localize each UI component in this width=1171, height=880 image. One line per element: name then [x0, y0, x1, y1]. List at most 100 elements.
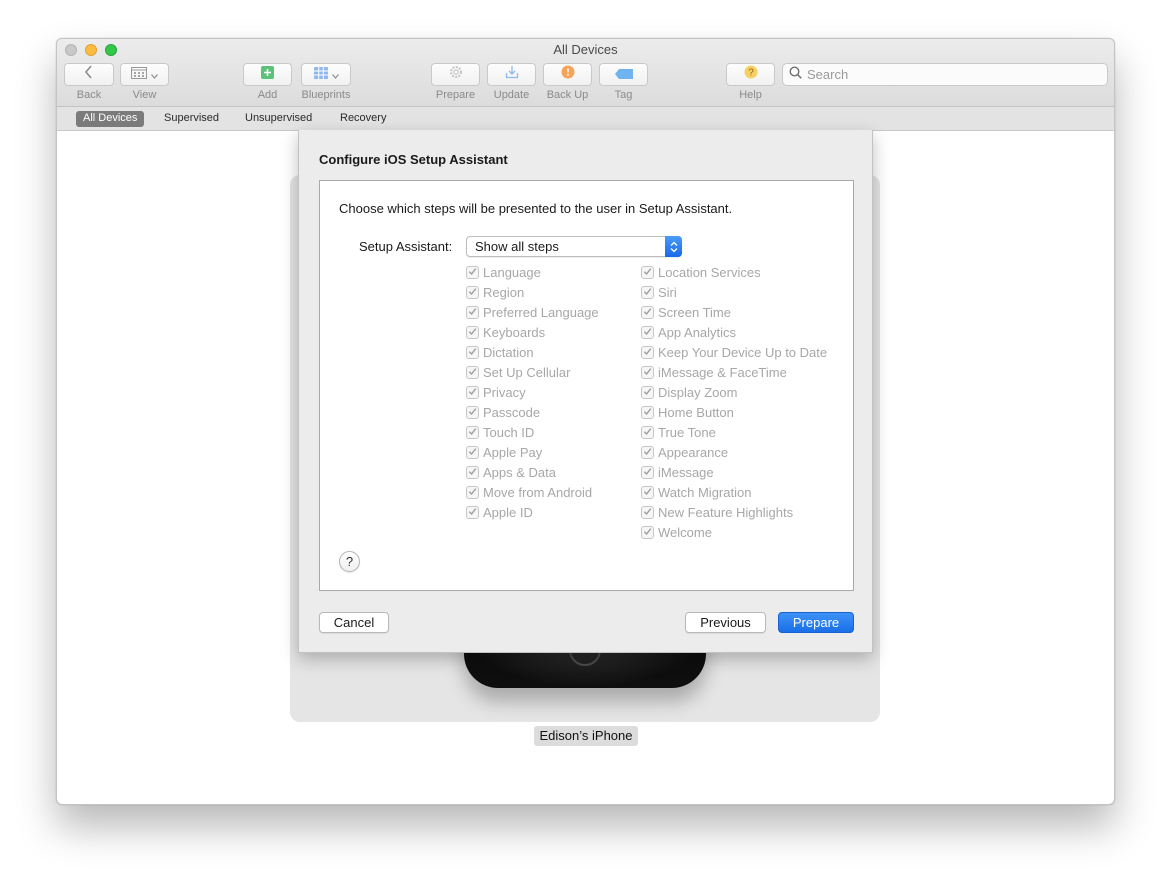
step-label: True Tone	[658, 424, 716, 440]
step-label: iMessage & FaceTime	[658, 364, 787, 380]
checkbox[interactable]	[641, 445, 654, 459]
checkbox[interactable]	[641, 483, 654, 501]
toolbar: All Devices Back View Add Blueprints Pre…	[57, 39, 1114, 107]
checkbox[interactable]	[466, 503, 479, 521]
tag-button[interactable]	[599, 63, 648, 86]
view-button[interactable]	[120, 63, 169, 86]
step-checkbox-row[interactable]: Dictation	[466, 344, 534, 360]
step-checkbox-row[interactable]: iMessage & FaceTime	[641, 364, 787, 380]
filter-all-devices[interactable]: All Devices	[76, 111, 145, 127]
help-toolbar-button[interactable]: ?	[726, 63, 775, 86]
checkbox[interactable]	[466, 383, 479, 401]
step-checkbox-row[interactable]: Apps & Data	[466, 464, 556, 480]
step-checkbox-row[interactable]: Preferred Language	[466, 304, 599, 320]
checkbox[interactable]	[641, 525, 654, 539]
checkbox[interactable]	[466, 305, 479, 319]
blueprint-grid-icon	[313, 66, 328, 84]
step-checkbox-row[interactable]: App Analytics	[641, 324, 736, 340]
checkbox[interactable]	[466, 265, 479, 279]
gear-icon	[449, 65, 463, 84]
checkbox[interactable]	[466, 363, 479, 381]
update-button[interactable]	[487, 63, 536, 86]
step-checkbox-row[interactable]: Welcome	[641, 524, 712, 540]
checkbox[interactable]	[466, 343, 479, 361]
checkbox[interactable]	[641, 403, 654, 421]
device-name-label[interactable]: Edison’s iPhone	[534, 726, 638, 746]
checkbox[interactable]	[641, 385, 654, 399]
view-label: View	[132, 89, 157, 101]
step-checkbox-row[interactable]: Home Button	[641, 404, 734, 420]
step-checkbox-row[interactable]: Watch Migration	[641, 484, 751, 500]
checkmark-icon	[468, 343, 477, 361]
add-label: Add	[257, 89, 278, 101]
step-label: Privacy	[483, 384, 526, 400]
tag-icon	[614, 66, 633, 84]
step-checkbox-row[interactable]: Touch ID	[466, 424, 534, 440]
add-button[interactable]	[243, 63, 292, 86]
help-button[interactable]: ?	[339, 551, 360, 572]
step-label: Dictation	[483, 344, 534, 360]
blueprints-button[interactable]	[301, 63, 351, 86]
step-checkbox-row[interactable]: Passcode	[466, 404, 540, 420]
step-checkbox-row[interactable]: Apple ID	[466, 504, 533, 520]
checkbox[interactable]	[466, 425, 479, 439]
setup-assistant-popup[interactable]: Show all steps	[466, 236, 682, 257]
step-checkbox-row[interactable]: True Tone	[641, 424, 716, 440]
checkbox[interactable]	[641, 285, 654, 299]
step-label: Apple ID	[483, 504, 533, 520]
previous-button[interactable]: Previous	[685, 612, 766, 633]
cancel-button[interactable]: Cancel	[319, 612, 389, 633]
step-checkbox-row[interactable]: iMessage	[641, 464, 714, 480]
step-checkbox-row[interactable]: Set Up Cellular	[466, 364, 570, 380]
checkbox[interactable]	[641, 365, 654, 379]
search-field[interactable]: Search	[782, 63, 1108, 86]
checkmark-icon	[468, 503, 477, 521]
calendar-grid-icon	[131, 66, 147, 84]
step-checkbox-row[interactable]: Region	[466, 284, 524, 300]
filter-unsupervised[interactable]: Unsupervised	[238, 111, 319, 127]
step-checkbox-row[interactable]: Apple Pay	[466, 444, 542, 460]
step-checkbox-row[interactable]: Privacy	[466, 384, 526, 400]
filter-supervised[interactable]: Supervised	[157, 111, 226, 127]
step-checkbox-row[interactable]: Display Zoom	[641, 384, 737, 400]
step-label: Language	[483, 264, 541, 280]
checkmark-icon	[643, 503, 652, 521]
step-checkbox-row[interactable]: Screen Time	[641, 304, 731, 320]
checkbox[interactable]	[466, 485, 479, 499]
checkbox[interactable]	[466, 285, 479, 299]
checkbox[interactable]	[466, 325, 479, 339]
checkbox[interactable]	[466, 405, 479, 419]
step-checkbox-row[interactable]: Keyboards	[466, 324, 545, 340]
step-checkbox-row[interactable]: New Feature Highlights	[641, 504, 793, 520]
checkbox[interactable]	[641, 423, 654, 441]
checkmark-icon	[468, 383, 477, 401]
help-icon: ?	[744, 65, 758, 84]
checkbox[interactable]	[641, 265, 654, 279]
checkbox[interactable]	[466, 465, 479, 479]
step-checkbox-row[interactable]: Language	[466, 264, 541, 280]
checkbox[interactable]	[466, 443, 479, 461]
prepare-button[interactable]: Prepare	[778, 612, 854, 633]
step-checkbox-row[interactable]: Appearance	[641, 444, 728, 460]
checkbox[interactable]	[641, 345, 654, 359]
checkbox[interactable]	[641, 465, 654, 479]
checkmark-icon	[643, 483, 652, 501]
filter-recovery[interactable]: Recovery	[333, 111, 393, 127]
step-checkbox-row[interactable]: Move from Android	[466, 484, 592, 500]
checkmark-icon	[643, 423, 652, 441]
step-checkbox-row[interactable]: Siri	[641, 284, 677, 300]
checkbox[interactable]	[641, 325, 654, 339]
setup-assistant-sheet: Configure iOS Setup Assistant Choose whi…	[298, 130, 873, 653]
step-label: Keep Your Device Up to Date	[658, 344, 828, 360]
checkbox[interactable]	[641, 305, 654, 319]
step-checkbox-row[interactable]: Location Services	[641, 264, 761, 280]
back-button[interactable]	[64, 63, 114, 86]
checkmark-icon	[643, 403, 652, 421]
backup-button[interactable]	[543, 63, 592, 86]
prepare-toolbar-button[interactable]	[431, 63, 480, 86]
checkmark-icon	[468, 363, 477, 381]
checkmark-icon	[468, 443, 477, 461]
checkbox[interactable]	[641, 503, 654, 521]
step-checkbox-row[interactable]: Keep Your Device Up to Date	[641, 344, 827, 360]
step-label: App Analytics	[658, 324, 737, 340]
